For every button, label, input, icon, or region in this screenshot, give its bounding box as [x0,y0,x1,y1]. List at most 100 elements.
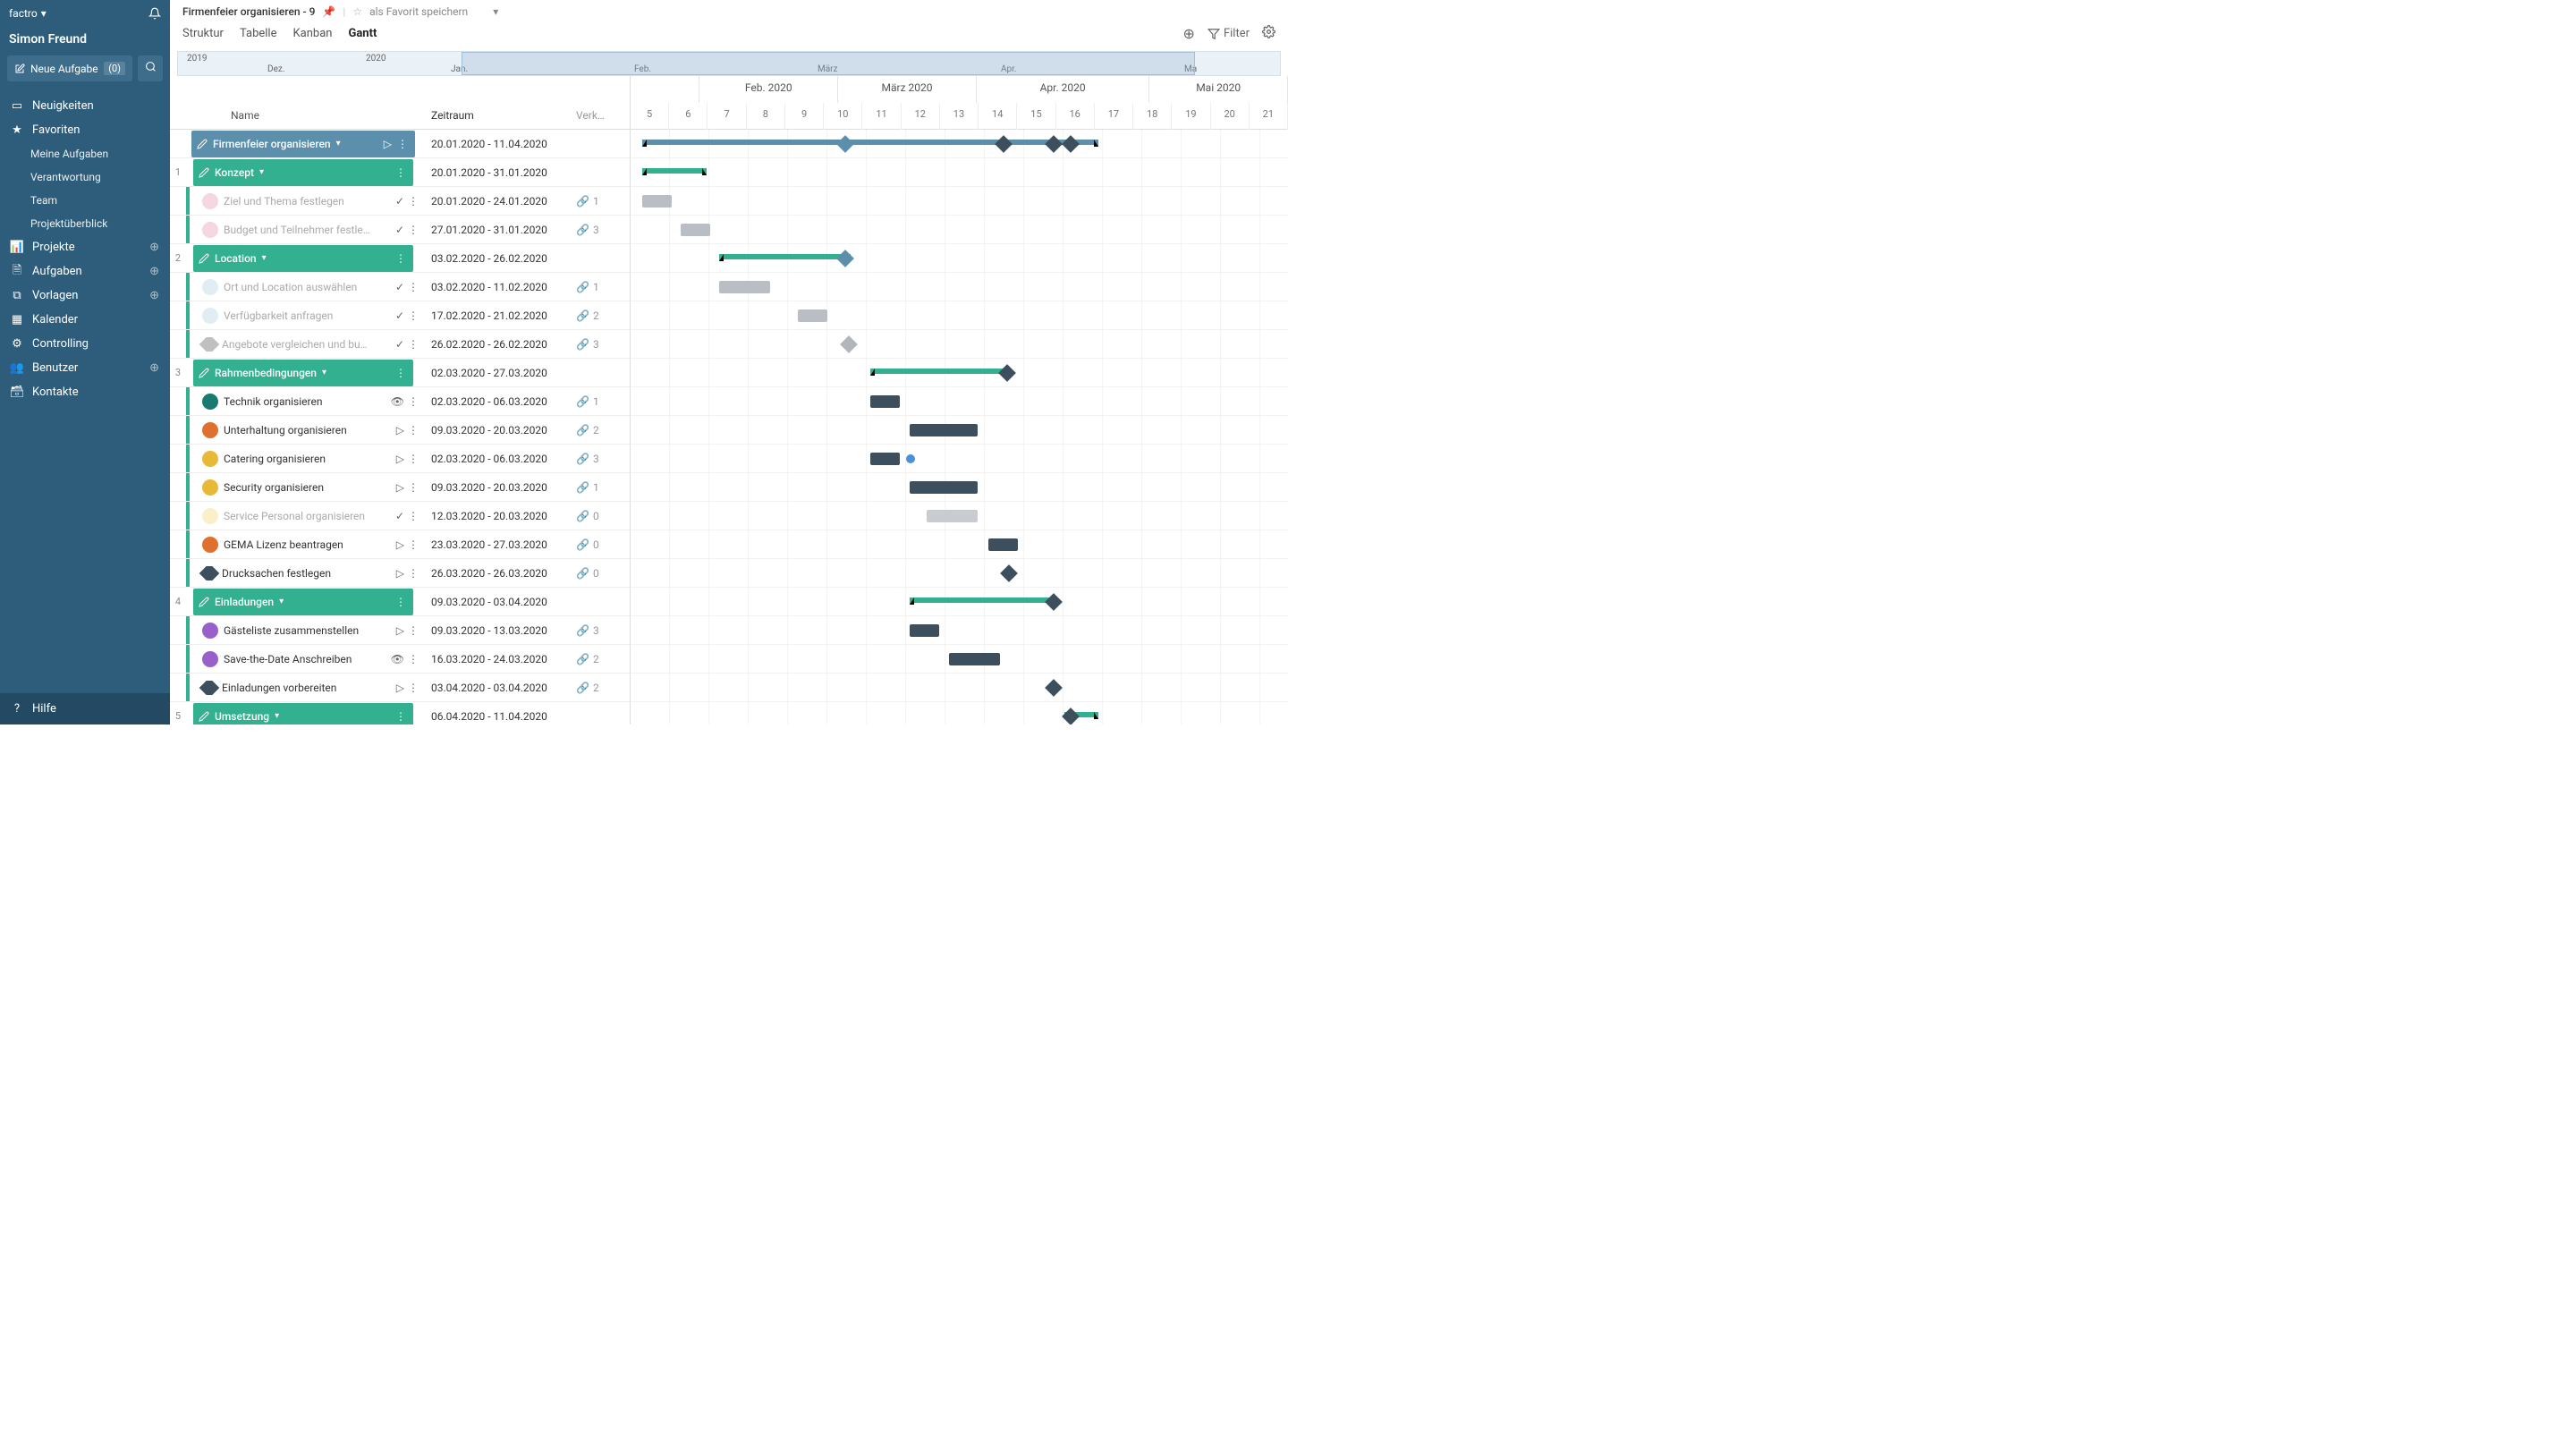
copy-icon: ⧉ [11,290,23,302]
brand[interactable]: factro▾ [9,7,47,20]
col-link-header[interactable]: Verk… [576,76,630,129]
add-icon[interactable]: ⊕ [1183,25,1195,42]
week-header: 11 [862,103,901,130]
timeline-overview[interactable]: 2019 2020 Dez. Jan. Feb. März Apr. Ma [177,51,1281,76]
search-button[interactable] [138,55,163,81]
gantt-row[interactable] [631,502,1288,530]
task-row[interactable]: Firmenfeier organisieren▾▷⋮20.01.2020 - … [170,130,630,158]
sidebar-item-kontakte[interactable]: 🗃Kontakte [0,380,170,404]
task-row[interactable]: GEMA Lizenz beantragen▷⋮23.03.2020 - 27.… [170,530,630,559]
task-row[interactable]: Ziel und Thema festlegen✓⋮20.01.2020 - 2… [170,187,630,216]
week-header: 15 [1017,103,1055,130]
task-row[interactable]: Service Personal organisieren✓⋮12.03.202… [170,502,630,530]
pin-icon[interactable]: 📌 [322,5,335,18]
task-row[interactable]: Catering organisieren▷⋮02.03.2020 - 06.0… [170,445,630,473]
settings-icon[interactable] [1262,25,1275,42]
week-header: 13 [940,103,979,130]
gantt-row[interactable] [631,273,1288,301]
week-header: 7 [708,103,746,130]
task-row[interactable]: 4Einladungen▾⋮09.03.2020 - 03.04.2020 [170,588,630,616]
task-row[interactable]: 2Location▾⋮03.02.2020 - 26.02.2020 [170,244,630,273]
gantt-row[interactable] [631,130,1288,158]
gantt-row[interactable] [631,330,1288,359]
gantt-row[interactable] [631,473,1288,502]
task-row[interactable]: Budget und Teilnehmer festle…✓⋮27.01.202… [170,216,630,244]
sidebar: factro▾ Simon Freund Neue Aufgabe(0) ▭Ne… [0,0,170,724]
tab-tabelle[interactable]: Tabelle [240,23,277,44]
task-row[interactable]: Einladungen vorbereiten▷⋮03.04.2020 - 03… [170,674,630,702]
col-date-header[interactable]: Zeitraum [422,76,576,129]
gantt-row[interactable] [631,530,1288,559]
task-row[interactable]: Angebote vergleichen und bu…✓⋮26.02.2020… [170,330,630,359]
task-row[interactable]: 1Konzept▾⋮20.01.2020 - 31.01.2020 [170,158,630,187]
gantt-row[interactable] [631,387,1288,416]
gantt-row[interactable] [631,416,1288,445]
week-header: 16 [1056,103,1095,130]
gantt-row[interactable] [631,244,1288,273]
gantt-row[interactable] [631,702,1288,724]
task-row[interactable]: Ort und Location auswählen✓⋮03.02.2020 -… [170,273,630,301]
bell-icon[interactable] [148,7,161,20]
user-name: Simon Freund [0,27,170,55]
gantt-row[interactable] [631,158,1288,187]
gantt-row[interactable] [631,616,1288,645]
filter-button[interactable]: Filter [1208,27,1250,40]
project-title: Firmenfeier organisieren - 9 [182,5,315,18]
task-row[interactable]: Technik organisieren👁⋮02.03.2020 - 06.03… [170,387,630,416]
week-header: 17 [1095,103,1133,130]
gantt-row[interactable] [631,674,1288,702]
week-header: 9 [785,103,824,130]
sidebar-sub-team[interactable]: Team [0,189,170,212]
help-icon: ? [11,703,23,716]
tab-gantt[interactable]: Gantt [348,23,377,44]
sidebar-item-kalender[interactable]: ▦Kalender [0,308,170,332]
calendar-icon: ▦ [11,314,23,326]
task-row[interactable]: 5Umsetzung▾⋮06.04.2020 - 11.04.2020 [170,702,630,724]
sidebar-sub-meine[interactable]: Meine Aufgaben [0,142,170,165]
tab-kanban[interactable]: Kanban [293,23,333,44]
week-header: 21 [1250,103,1288,130]
plus-icon[interactable]: ⊕ [149,265,159,278]
week-header: 12 [902,103,940,130]
sidebar-item-benutzer[interactable]: 👥Benutzer⊕ [0,356,170,380]
task-row[interactable]: Verfügbarkeit anfragen✓⋮17.02.2020 - 21.… [170,301,630,330]
task-row[interactable]: Security organisieren▷⋮09.03.2020 - 20.0… [170,473,630,502]
save-favorite[interactable]: als Favorit speichern [369,5,468,18]
sidebar-help[interactable]: ?Hilfe [0,693,170,724]
task-row[interactable]: Gästeliste zusammenstellen▷⋮09.03.2020 -… [170,616,630,645]
week-header: 20 [1211,103,1250,130]
gantt-row[interactable] [631,588,1288,616]
gantt-chart[interactable]: Feb. 2020 März 2020 Apr. 2020 Mai 2020 5… [631,76,1288,724]
chart-icon: 📊 [11,242,23,254]
gantt-row[interactable] [631,445,1288,473]
sliders-icon: ⚙ [11,338,23,351]
sidebar-sub-verantwortung[interactable]: Verantwortung [0,165,170,189]
new-task-button[interactable]: Neue Aufgabe(0) [7,55,132,81]
gantt-row[interactable] [631,301,1288,330]
task-row[interactable]: 3Rahmenbedingungen▾⋮02.03.2020 - 27.03.2… [170,359,630,387]
plus-icon[interactable]: ⊕ [149,361,159,375]
task-row[interactable]: Unterhaltung organisieren▷⋮09.03.2020 - … [170,416,630,445]
star-icon[interactable]: ☆ [352,5,362,18]
sidebar-item-vorlagen[interactable]: ⧉Vorlagen⊕ [0,284,170,308]
news-icon: ▭ [11,100,23,113]
task-row[interactable]: Save-the-Date Anschreiben👁⋮16.03.2020 - … [170,645,630,674]
sidebar-sub-projektueberblick[interactable]: Projektüberblick [0,212,170,235]
chevron-down-icon[interactable]: ▾ [493,5,498,18]
sidebar-item-projekte[interactable]: 📊Projekte⊕ [0,235,170,259]
task-row[interactable]: Drucksachen festlegen▷⋮26.03.2020 - 26.0… [170,559,630,588]
sidebar-item-favoriten[interactable]: ★Favoriten [0,118,170,142]
sidebar-item-aufgaben[interactable]: 🗎Aufgaben⊕ [0,259,170,284]
week-header: 14 [979,103,1017,130]
col-name-header[interactable]: Name [186,76,422,129]
gantt-row[interactable] [631,187,1288,216]
gantt-row[interactable] [631,359,1288,387]
sidebar-item-controlling[interactable]: ⚙Controlling [0,332,170,356]
plus-icon[interactable]: ⊕ [149,241,159,254]
gantt-row[interactable] [631,645,1288,674]
gantt-row[interactable] [631,216,1288,244]
tab-struktur[interactable]: Struktur [182,23,224,44]
gantt-row[interactable] [631,559,1288,588]
sidebar-item-neuigkeiten[interactable]: ▭Neuigkeiten [0,94,170,118]
plus-icon[interactable]: ⊕ [149,289,159,302]
